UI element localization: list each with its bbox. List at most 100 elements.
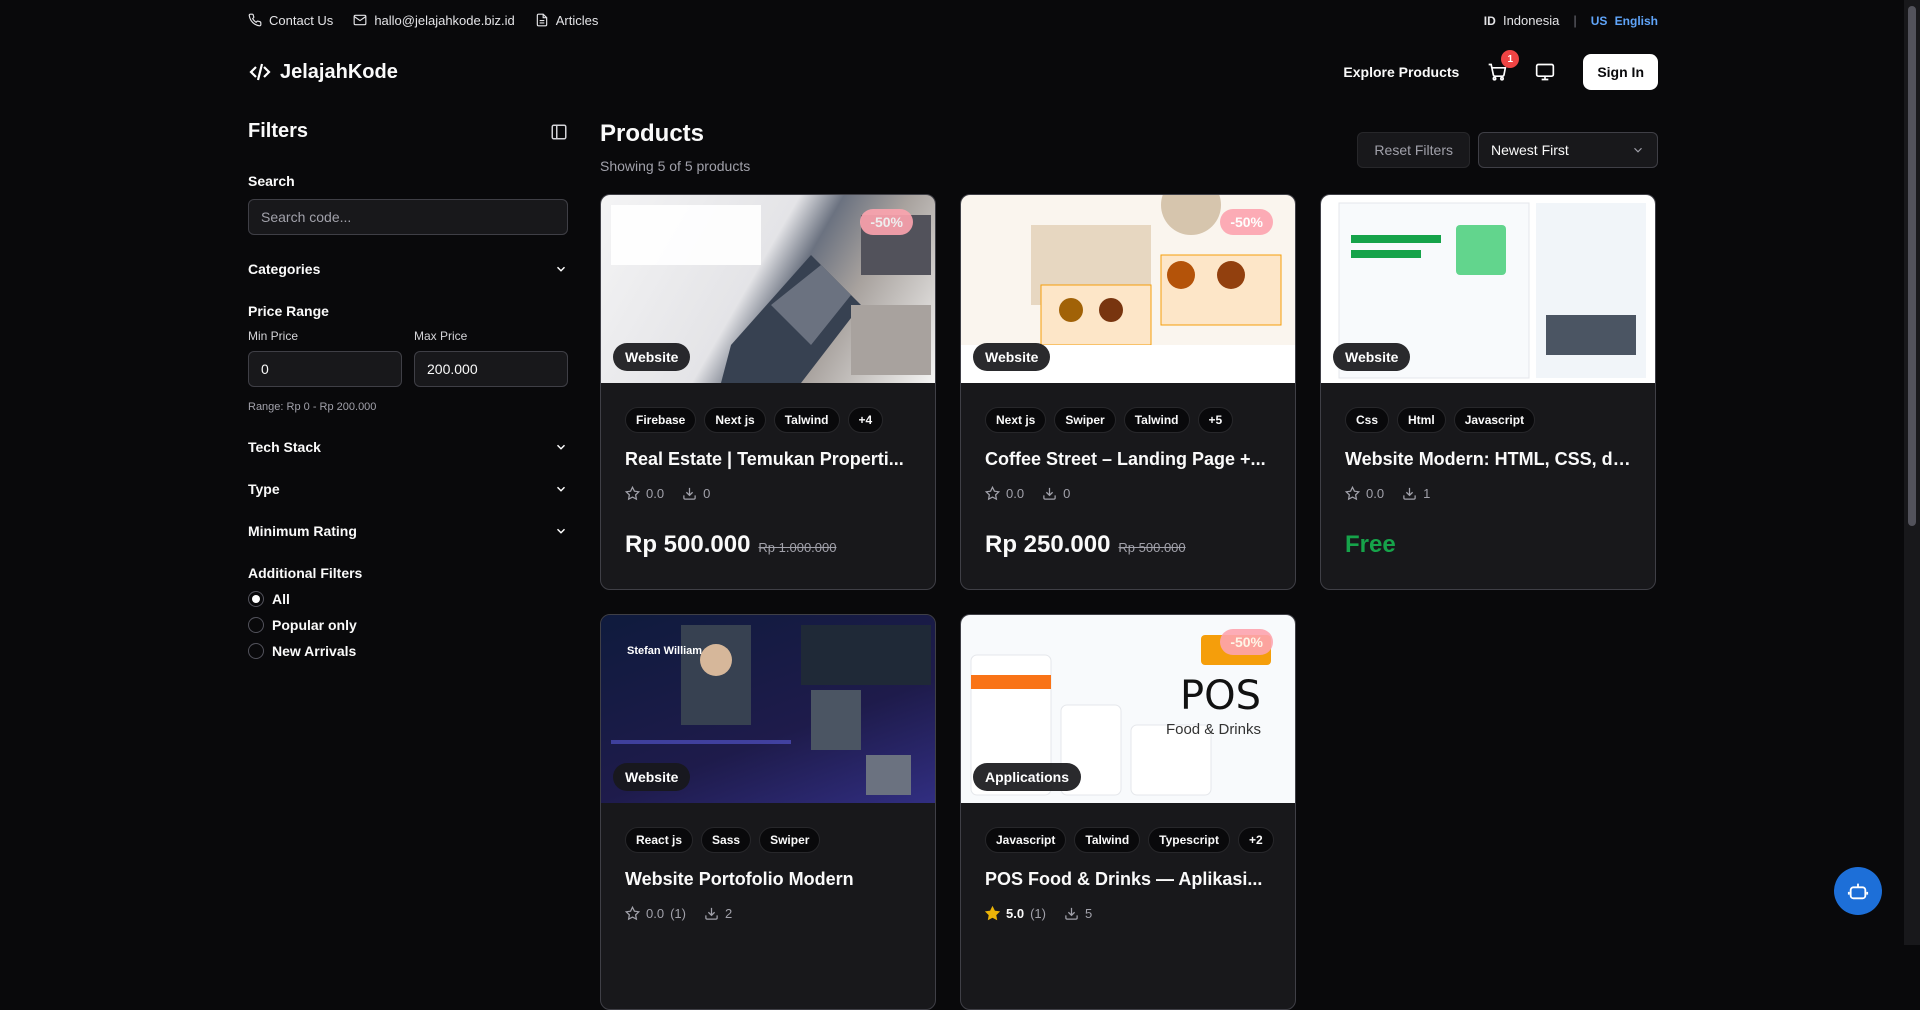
sidebar-toggle-icon[interactable] (550, 123, 568, 141)
product-title[interactable]: Coffee Street – Landing Page +... (985, 449, 1271, 470)
mail-icon (353, 13, 367, 27)
page-scrollbar[interactable] (1904, 0, 1920, 945)
lang-us-code: US (1591, 14, 1608, 28)
rating-value: 0.0 (1006, 486, 1024, 501)
product-body: Css Html Javascript Website Modern: HTML… (1321, 383, 1655, 583)
top-links: Contact Us hallo@jelajahkode.biz.id Arti… (248, 13, 598, 28)
product-body: Javascript Talwind Typescript +2 POS Foo… (961, 803, 1295, 945)
min-price-input[interactable]: 0 (248, 351, 402, 387)
current-price: Rp 250.000 (985, 531, 1110, 559)
scrollbar-thumb[interactable] (1908, 6, 1916, 526)
rating-value: 0.0 (646, 486, 664, 501)
radio-new-arrivals[interactable]: New Arrivals (248, 643, 568, 659)
chatbot-button[interactable] (1834, 867, 1882, 915)
chevron-down-icon (554, 440, 568, 454)
product-card[interactable]: -50% Website Firebase Next js Talwind +4… (600, 194, 936, 590)
product-thumbnail: -50% Website (961, 195, 1295, 383)
product-body: Firebase Next js Talwind +4 Real Estate … (601, 383, 935, 583)
search-input[interactable]: Search code... (248, 199, 568, 235)
sale-badge: -50% (1220, 209, 1273, 235)
download-icon (682, 486, 697, 501)
lang-indonesia[interactable]: ID Indonesia (1484, 13, 1560, 28)
tech-tags: Css Html Javascript (1345, 407, 1631, 433)
product-title[interactable]: Website Modern: HTML, CSS, da... (1345, 449, 1631, 470)
product-card[interactable]: Stefan William Website React js Sass Swi… (600, 614, 936, 1010)
downloads: 2 (704, 906, 732, 921)
tech-tag-more: +4 (848, 407, 884, 433)
product-card[interactable]: -50% Website Next js Swiper Talwind +5 C… (960, 194, 1296, 590)
product-title[interactable]: Website Portofolio Modern (625, 869, 911, 890)
pos-title: POS (1180, 673, 1261, 719)
original-price: Rp 1.000.000 (758, 540, 836, 555)
pos-subtitle: Food & Drinks (1166, 721, 1261, 738)
filters-title: Filters (248, 120, 308, 143)
document-icon (535, 13, 549, 27)
chevron-down-icon (554, 524, 568, 538)
price-range-label: Price Range (248, 303, 568, 319)
product-type-badge: Website (613, 343, 690, 371)
sort-select[interactable]: Newest First (1478, 132, 1658, 168)
email-label: hallo@jelajahkode.biz.id (374, 13, 514, 28)
product-meta: 0.0 1 (1345, 486, 1631, 501)
tech-tag: Next js (704, 407, 765, 433)
max-price-input[interactable]: 200.000 (414, 351, 568, 387)
explore-products-link[interactable]: Explore Products (1343, 64, 1459, 80)
radio-all[interactable]: All (248, 591, 568, 607)
lang-english[interactable]: US English (1591, 13, 1658, 28)
radio-popular[interactable]: Popular only (248, 617, 568, 633)
brand-logo[interactable]: JelajahKode (248, 60, 398, 84)
products-count: Showing 5 of 5 products (600, 158, 750, 174)
sign-in-button[interactable]: Sign In (1583, 54, 1658, 90)
product-card[interactable]: Website Css Html Javascript Website Mode… (1320, 194, 1656, 590)
product-title[interactable]: POS Food & Drinks — Aplikasi... (985, 869, 1271, 890)
phone-icon (248, 13, 262, 27)
tech-tags: Firebase Next js Talwind +4 (625, 407, 911, 433)
tech-tag-more: +2 (1238, 827, 1274, 853)
reviews-count: (1) (670, 906, 686, 921)
minimum-rating-toggle[interactable]: Minimum Rating (248, 523, 568, 539)
cart-button[interactable]: 1 (1487, 62, 1507, 82)
products-header: Products Showing 5 of 5 products Reset F… (600, 120, 1658, 174)
product-type-badge: Website (613, 763, 690, 791)
product-card[interactable]: POS Food & Drinks -50% Applications Java… (960, 614, 1296, 1010)
original-price: Rp 500.000 (1118, 540, 1185, 555)
language-switcher: ID Indonesia | US English (1484, 13, 1658, 28)
tech-tag: Next js (985, 407, 1046, 433)
articles-link[interactable]: Articles (535, 13, 599, 28)
lang-us-label: English (1615, 14, 1658, 28)
downloads-value: 1 (1423, 486, 1430, 501)
type-toggle[interactable]: Type (248, 481, 568, 497)
sale-badge: -50% (1220, 629, 1273, 655)
star-icon (985, 486, 1000, 501)
downloads: 0 (1042, 486, 1070, 501)
download-icon (704, 906, 719, 921)
email-link[interactable]: hallo@jelajahkode.biz.id (353, 13, 514, 28)
product-meta: 0.0 0 (985, 486, 1271, 501)
downloads-value: 2 (725, 906, 732, 921)
theme-toggle[interactable] (1535, 62, 1555, 82)
product-price: Rp 250.000 Rp 500.000 (985, 531, 1271, 559)
radio-all-label: All (272, 591, 290, 607)
monitor-icon (1535, 62, 1555, 82)
star-icon (625, 906, 640, 921)
price-inputs: Min Price 0 Max Price 200.000 (248, 329, 568, 387)
contact-link[interactable]: Contact Us (248, 13, 333, 28)
radio-dot (248, 617, 264, 633)
product-body: Next js Swiper Talwind +5 Coffee Street … (961, 383, 1295, 583)
tech-tag: Firebase (625, 407, 696, 433)
download-icon (1042, 486, 1057, 501)
max-price-label: Max Price (414, 329, 568, 343)
tech-tag: Javascript (985, 827, 1066, 853)
lang-separator: | (1573, 13, 1576, 28)
tech-tag: Talwind (1074, 827, 1140, 853)
tech-stack-toggle[interactable]: Tech Stack (248, 439, 568, 455)
product-title[interactable]: Real Estate | Temukan Properti... (625, 449, 911, 470)
downloads-value: 0 (1063, 486, 1070, 501)
categories-toggle[interactable]: Categories (248, 261, 568, 277)
rating: 0.0 (1345, 486, 1384, 501)
tech-tag: Swiper (759, 827, 820, 853)
product-controls: Reset Filters Newest First (1357, 132, 1658, 168)
page-title: Products (600, 120, 750, 148)
reset-filters-button[interactable]: Reset Filters (1357, 132, 1470, 168)
tech-tags: React js Sass Swiper (625, 827, 911, 853)
